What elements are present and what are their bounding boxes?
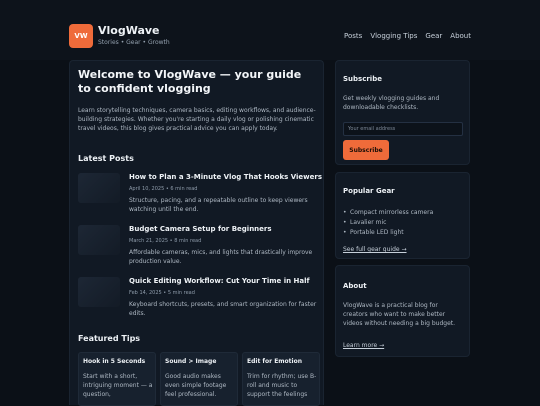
gear-item: Compact mirrorless camera [343,208,433,218]
about-card: About VlogWave is a practical blog for c… [335,265,470,357]
nav-about[interactable]: About [450,32,471,40]
nav-posts[interactable]: Posts [344,32,362,40]
post-thumbnail[interactable] [78,277,120,307]
latest-posts-heading: Latest Posts [78,154,134,163]
logo[interactable]: VW [69,24,93,48]
post-item[interactable]: Quick Editing Workflow: Cut Your Time in… [78,277,318,325]
gear-guide-link[interactable]: See full gear guide → [343,246,407,253]
post-title[interactable]: How to Plan a 3-Minute Vlog That Hooks V… [129,173,322,181]
about-text: VlogWave is a practical blog for creator… [343,302,456,327]
post-thumbnail[interactable] [78,225,120,255]
learn-more-link[interactable]: Learn more → [343,342,384,349]
post-excerpt: Affordable cameras, mics, and lights tha… [129,249,313,265]
main-nav: Posts Vlogging Tips Gear About [344,32,471,40]
post-meta: April 10, 2025 • 6 min read [129,186,198,192]
tip-title: Hook in 5 Seconds [83,358,146,365]
subscribe-card: Subscribe Get weekly vlogging guides and… [335,60,470,165]
nav-gear[interactable]: Gear [425,32,442,40]
about-heading: About [343,282,367,290]
post-meta: March 21, 2025 • 8 min read [129,238,202,244]
post-meta: Feb 14, 2025 • 5 min read [129,290,195,296]
post-item[interactable]: How to Plan a 3-Minute Vlog That Hooks V… [78,173,322,221]
gear-item: Portable LED light [343,228,433,238]
tip-title: Sound > Image [165,358,217,365]
subscribe-heading: Subscribe [343,75,382,83]
subscribe-text: Get weekly vlogging guides and downloada… [343,95,440,111]
gear-list: Compact mirrorless camera Lavalier mic P… [343,208,433,238]
tip-card[interactable]: Sound > Image Good audio makes even simp… [160,352,238,406]
gear-heading: Popular Gear [343,187,395,195]
post-thumbnail[interactable] [78,173,120,203]
tip-card[interactable]: Hook in 5 Seconds Start with a short, in… [78,352,156,406]
intro-text: Learn storytelling techniques, camera ba… [78,107,316,132]
post-excerpt: Keyboard shortcuts, presets, and smart o… [129,301,317,317]
main-content: Welcome to VlogWave — your guide to conf… [69,60,324,406]
nav-vlogging-tips[interactable]: Vlogging Tips [370,32,417,40]
tip-card[interactable]: Edit for Emotion Trim for rhythm; use B-… [242,352,320,406]
site-header: VW VlogWave Stories • Gear • Growth Post… [0,0,540,60]
tip-text: Good audio makes even simple footage fee… [165,373,227,398]
post-title[interactable]: Budget Camera Setup for Beginners [129,225,272,233]
popular-gear-card: Popular Gear Compact mirrorless camera L… [335,172,470,259]
brand-name[interactable]: VlogWave [98,24,160,37]
page-title: Welcome to VlogWave — your guide to conf… [78,68,302,95]
post-item[interactable]: Budget Camera Setup for Beginners March … [78,225,318,273]
featured-tips-heading: Featured Tips [78,334,141,343]
tip-text: Trim for rhythm; use B-roll and music to… [247,373,317,398]
tip-text: Start with a short, intriguing moment — … [83,373,153,398]
tip-title: Edit for Emotion [247,358,302,365]
brand-tagline: Stories • Gear • Growth [98,39,170,46]
subscribe-button[interactable]: Subscribe [343,140,389,160]
post-title[interactable]: Quick Editing Workflow: Cut Your Time in… [129,277,310,285]
gear-item: Lavalier mic [343,218,433,228]
email-field[interactable] [343,122,463,136]
post-excerpt: Structure, pacing, and a repeatable outl… [129,197,308,213]
